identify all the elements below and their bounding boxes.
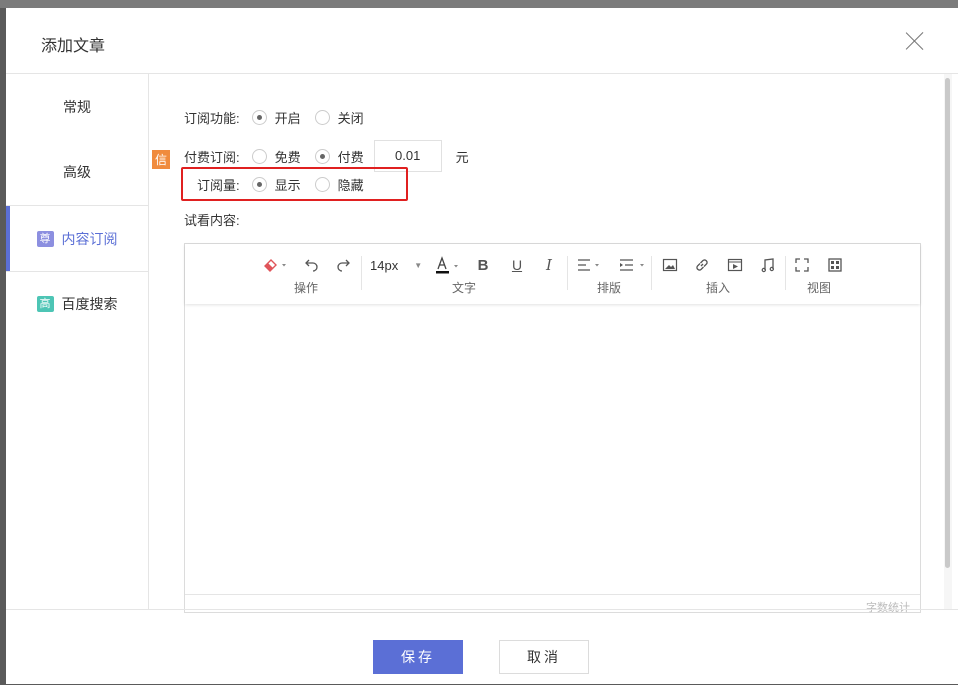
dialog-content: 订阅功能: 开启 关闭 信 付费订阅: 免费 付费 0.01 元 订阅量: 显示…	[149, 74, 944, 614]
preview-label: 试看内容:	[184, 212, 240, 228]
tab-label: 常规	[63, 98, 91, 115]
tab-advanced[interactable]: 高级	[6, 139, 148, 204]
font-size-select[interactable]: 14px ▼	[370, 256, 422, 274]
indent-icon[interactable]	[617, 256, 651, 274]
group-label-actions: 操作	[294, 281, 319, 295]
align-icon[interactable]	[575, 256, 605, 274]
radio-label: 隐藏	[337, 177, 364, 193]
group-label-view: 视图	[807, 281, 832, 295]
toolbar-divider	[361, 256, 362, 290]
price-unit: 元	[455, 149, 469, 165]
premium-badge: 高	[36, 295, 54, 312]
subscribe-on-radio[interactable]: 开启	[251, 108, 301, 127]
font-size-value: 14px	[370, 257, 399, 273]
paid-label: 付费订阅:	[184, 149, 240, 165]
paid-paid-radio[interactable]: 付费	[314, 147, 364, 166]
dialog-title: 添加文章	[41, 38, 106, 55]
group-label-text: 文字	[452, 281, 477, 295]
vip-badge: 尊	[36, 230, 54, 247]
tab-label: 内容订阅	[61, 230, 118, 247]
tab-label: 高级	[63, 163, 91, 180]
underline-icon[interactable]: U	[508, 256, 526, 274]
radio-label: 免费	[274, 149, 301, 165]
toolbar-divider	[651, 256, 652, 290]
video-icon[interactable]	[726, 256, 744, 274]
dialog-header: 添加文章	[6, 8, 958, 74]
views-show-radio[interactable]: 显示	[251, 175, 301, 194]
toolbar-divider	[785, 256, 786, 290]
editor-toolbar: 操作 14px ▼ B U I 文字 排版 插入 视图	[185, 244, 920, 304]
close-icon[interactable]	[904, 30, 926, 52]
dialog-sidebar: 常规 高级 尊 内容订阅 高 百度搜索	[6, 74, 149, 609]
views-row: 订阅量: 显示 隐藏	[197, 173, 378, 195]
eraser-icon[interactable]	[261, 256, 291, 274]
scrollbar-thumb[interactable]	[945, 78, 950, 568]
bold-icon[interactable]: B	[474, 256, 492, 274]
save-button[interactable]: 保存	[373, 640, 463, 674]
toolbar-divider	[567, 256, 568, 290]
tab-content-subscription[interactable]: 尊 内容订阅	[6, 205, 148, 272]
group-label-insert: 插入	[706, 281, 731, 295]
tab-label: 百度搜索	[61, 295, 118, 312]
radio-label: 付费	[337, 149, 364, 165]
views-hide-radio[interactable]: 隐藏	[314, 175, 364, 194]
add-article-dialog: 添加文章 常规 高级 尊 内容订阅 高 百度搜索 订阅功能: 开启 关闭 信 付…	[6, 8, 958, 684]
dialog-footer: 保存 取消	[6, 609, 958, 685]
subscribe-row: 订阅功能: 开启 关闭	[184, 106, 378, 128]
subscribe-label: 订阅功能:	[184, 110, 240, 126]
redo-icon[interactable]	[335, 256, 353, 274]
italic-icon[interactable]: I	[540, 256, 558, 274]
radio-label: 显示	[274, 177, 301, 193]
image-icon[interactable]	[661, 256, 679, 274]
cancel-button[interactable]: 取消	[499, 640, 589, 674]
tab-general[interactable]: 常规	[6, 74, 148, 139]
font-color-icon[interactable]	[433, 256, 463, 274]
link-icon[interactable]	[693, 256, 711, 274]
fullscreen-icon[interactable]	[793, 256, 811, 274]
views-label: 订阅量:	[197, 177, 240, 193]
preview-row: 试看内容:	[184, 208, 240, 230]
paid-free-radio[interactable]: 免费	[251, 147, 301, 166]
tab-baidu-search[interactable]: 高 百度搜索	[6, 271, 148, 336]
undo-icon[interactable]	[302, 256, 320, 274]
radio-label: 开启	[274, 110, 301, 126]
radio-label: 关闭	[337, 110, 364, 126]
subscribe-off-radio[interactable]: 关闭	[314, 108, 364, 127]
background-page	[0, 0, 958, 8]
preview-icon[interactable]	[826, 256, 844, 274]
music-icon[interactable]	[759, 256, 777, 274]
chevron-down-icon: ▼	[414, 260, 423, 270]
rich-text-editor[interactable]: 操作 14px ▼ B U I 文字 排版 插入 视图 字数统计	[184, 243, 921, 614]
content-scrollbar[interactable]	[944, 74, 952, 609]
paid-badge: 信	[152, 150, 171, 169]
group-label-layout: 排版	[597, 281, 622, 295]
